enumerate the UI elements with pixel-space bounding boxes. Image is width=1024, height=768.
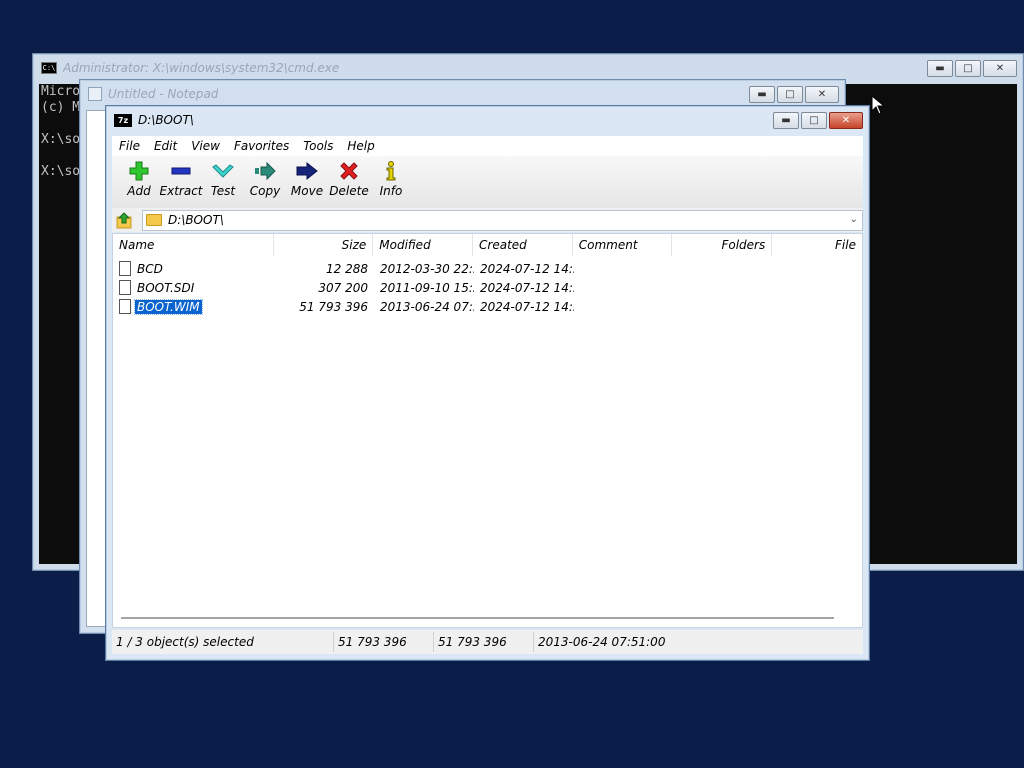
copy-button[interactable]: Copy <box>244 156 286 198</box>
cmd-icon: C:\ <box>41 62 57 74</box>
file-modified: 2012-03-30 22:56 <box>380 261 474 276</box>
file-list[interactable]: Name Size Modified Created Comment Folde… <box>112 233 863 628</box>
file-created: 2024-07-12 14:51 <box>480 280 574 295</box>
file-size: 307 200 <box>318 280 368 295</box>
7zip-window[interactable]: 7z D:\BOOT\ ▬ □ ✕ File Edit View Favorit… <box>105 105 870 661</box>
copy-label: Copy <box>249 184 281 198</box>
up-arrow-icon <box>116 212 132 229</box>
minus-icon <box>170 161 192 181</box>
move-arrow-icon <box>296 161 318 181</box>
menu-bar: File Edit View Favorites Tools Help <box>112 136 863 156</box>
column-folders[interactable]: Folders <box>672 234 773 256</box>
address-text: D:\BOOT\ <box>168 213 224 227</box>
move-label: Move <box>290 184 324 198</box>
check-icon <box>212 161 234 181</box>
name-cell: BOOT.SDI <box>113 280 274 295</box>
status-selection: 1 / 3 object(s) selected <box>112 632 334 652</box>
notepad-minimize-button[interactable]: ▬ <box>749 86 775 103</box>
name-cell: BOOT.WIM <box>113 298 274 315</box>
column-name[interactable]: Name <box>113 234 274 256</box>
status-modified: 2013-06-24 07:51:00 <box>538 635 666 649</box>
name-cell: BCD <box>113 261 274 276</box>
menu-tools[interactable]: Tools <box>296 139 340 153</box>
info-icon <box>380 161 402 181</box>
plus-icon <box>128 161 150 181</box>
file-name: BOOT.WIM <box>134 298 203 315</box>
delete-label: Delete <box>329 184 369 198</box>
file-created: 2024-07-12 14:51 <box>480 299 574 314</box>
notepad-close-button[interactable]: ✕ <box>805 86 839 103</box>
cmd-titlebar[interactable]: C:\ Administrator: X:\windows\system32\c… <box>33 54 1023 82</box>
7zip-title: D:\BOOT\ <box>138 113 194 127</box>
up-folder-button[interactable] <box>114 210 136 230</box>
cmd-close-button[interactable]: ✕ <box>983 60 1017 77</box>
test-label: Test <box>210 184 236 198</box>
menu-file[interactable]: File <box>112 139 147 153</box>
table-row[interactable]: BCD 12 288 2012-03-30 22:56 2024-07-12 1… <box>113 259 862 278</box>
console-line: X:\so <box>41 132 81 147</box>
7zip-maximize-button[interactable]: □ <box>801 112 827 129</box>
column-files[interactable]: File <box>772 234 862 256</box>
notepad-maximize-button[interactable]: □ <box>777 86 803 103</box>
test-button[interactable]: Test <box>202 156 244 198</box>
horizontal-scrollbar[interactable] <box>121 617 834 619</box>
status-bar: 1 / 3 object(s) selected 51 793 396 51 7… <box>112 630 863 654</box>
table-row[interactable]: BOOT.SDI 307 200 2011-09-10 15:36 2024-0… <box>113 278 862 297</box>
7zip-minimize-button[interactable]: ▬ <box>773 112 799 129</box>
extract-button[interactable]: Extract <box>159 156 203 198</box>
menu-help[interactable]: Help <box>340 139 381 153</box>
menu-edit[interactable]: Edit <box>147 139 184 153</box>
delete-x-icon <box>338 161 360 181</box>
toolbar: Add Extract Test Copy Move Delete Info <box>112 156 863 208</box>
cmd-maximize-button[interactable]: □ <box>955 60 981 77</box>
7zip-titlebar[interactable]: 7z D:\BOOT\ ▬ □ ✕ <box>106 106 869 134</box>
table-row-selected[interactable]: BOOT.WIM 51 793 396 2013-06-24 07:51 202… <box>113 297 862 316</box>
file-size: 51 793 396 <box>299 299 368 314</box>
file-icon <box>119 280 131 295</box>
delete-button[interactable]: Delete <box>328 156 370 198</box>
chevron-down-icon[interactable]: ⌄ <box>850 214 858 225</box>
notepad-title: Untitled - Notepad <box>108 87 219 101</box>
add-button[interactable]: Add <box>118 156 160 198</box>
console-line: X:\so <box>41 164 81 179</box>
move-button[interactable]: Move <box>286 156 328 198</box>
notepad-icon <box>88 87 102 101</box>
folder-icon <box>146 214 162 226</box>
add-label: Add <box>127 184 151 198</box>
7zip-close-button[interactable]: ✕ <box>829 112 863 129</box>
notepad-titlebar[interactable]: Untitled - Notepad ▬ □ ✕ <box>80 80 845 108</box>
file-modified: 2013-06-24 07:51 <box>380 299 474 314</box>
console-line: (c) M <box>41 100 81 115</box>
column-created[interactable]: Created <box>473 234 573 256</box>
column-comment[interactable]: Comment <box>573 234 673 256</box>
console-line: Micro <box>41 84 81 99</box>
address-input[interactable]: D:\BOOT\ ⌄ <box>142 209 863 231</box>
cmd-title: Administrator: X:\windows\system32\cmd.e… <box>63 61 340 75</box>
extract-label: Extract <box>159 184 203 198</box>
7zip-icon: 7z <box>114 113 132 127</box>
file-icon <box>119 299 131 314</box>
address-bar: D:\BOOT\ ⌄ <box>112 208 863 232</box>
menu-favorites[interactable]: Favorites <box>227 139 296 153</box>
file-name: BCD <box>137 261 163 276</box>
column-modified[interactable]: Modified <box>373 234 474 256</box>
file-created: 2024-07-12 14:51 <box>480 261 574 276</box>
file-icon <box>119 261 131 276</box>
status-packed-size: 51 793 396 <box>434 632 534 652</box>
column-size[interactable]: Size <box>274 234 374 256</box>
cmd-minimize-button[interactable]: ▬ <box>927 60 953 77</box>
file-size: 12 288 <box>326 261 368 276</box>
copy-arrow-icon <box>254 161 276 181</box>
menu-view[interactable]: View <box>184 139 227 153</box>
info-button[interactable]: Info <box>370 156 412 198</box>
status-size: 51 793 396 <box>334 632 434 652</box>
file-modified: 2011-09-10 15:36 <box>380 280 474 295</box>
info-label: Info <box>379 184 403 198</box>
list-header: Name Size Modified Created Comment Folde… <box>113 234 862 256</box>
file-name: BOOT.SDI <box>137 280 195 295</box>
cmd-scrollbar[interactable] <box>999 84 1017 564</box>
